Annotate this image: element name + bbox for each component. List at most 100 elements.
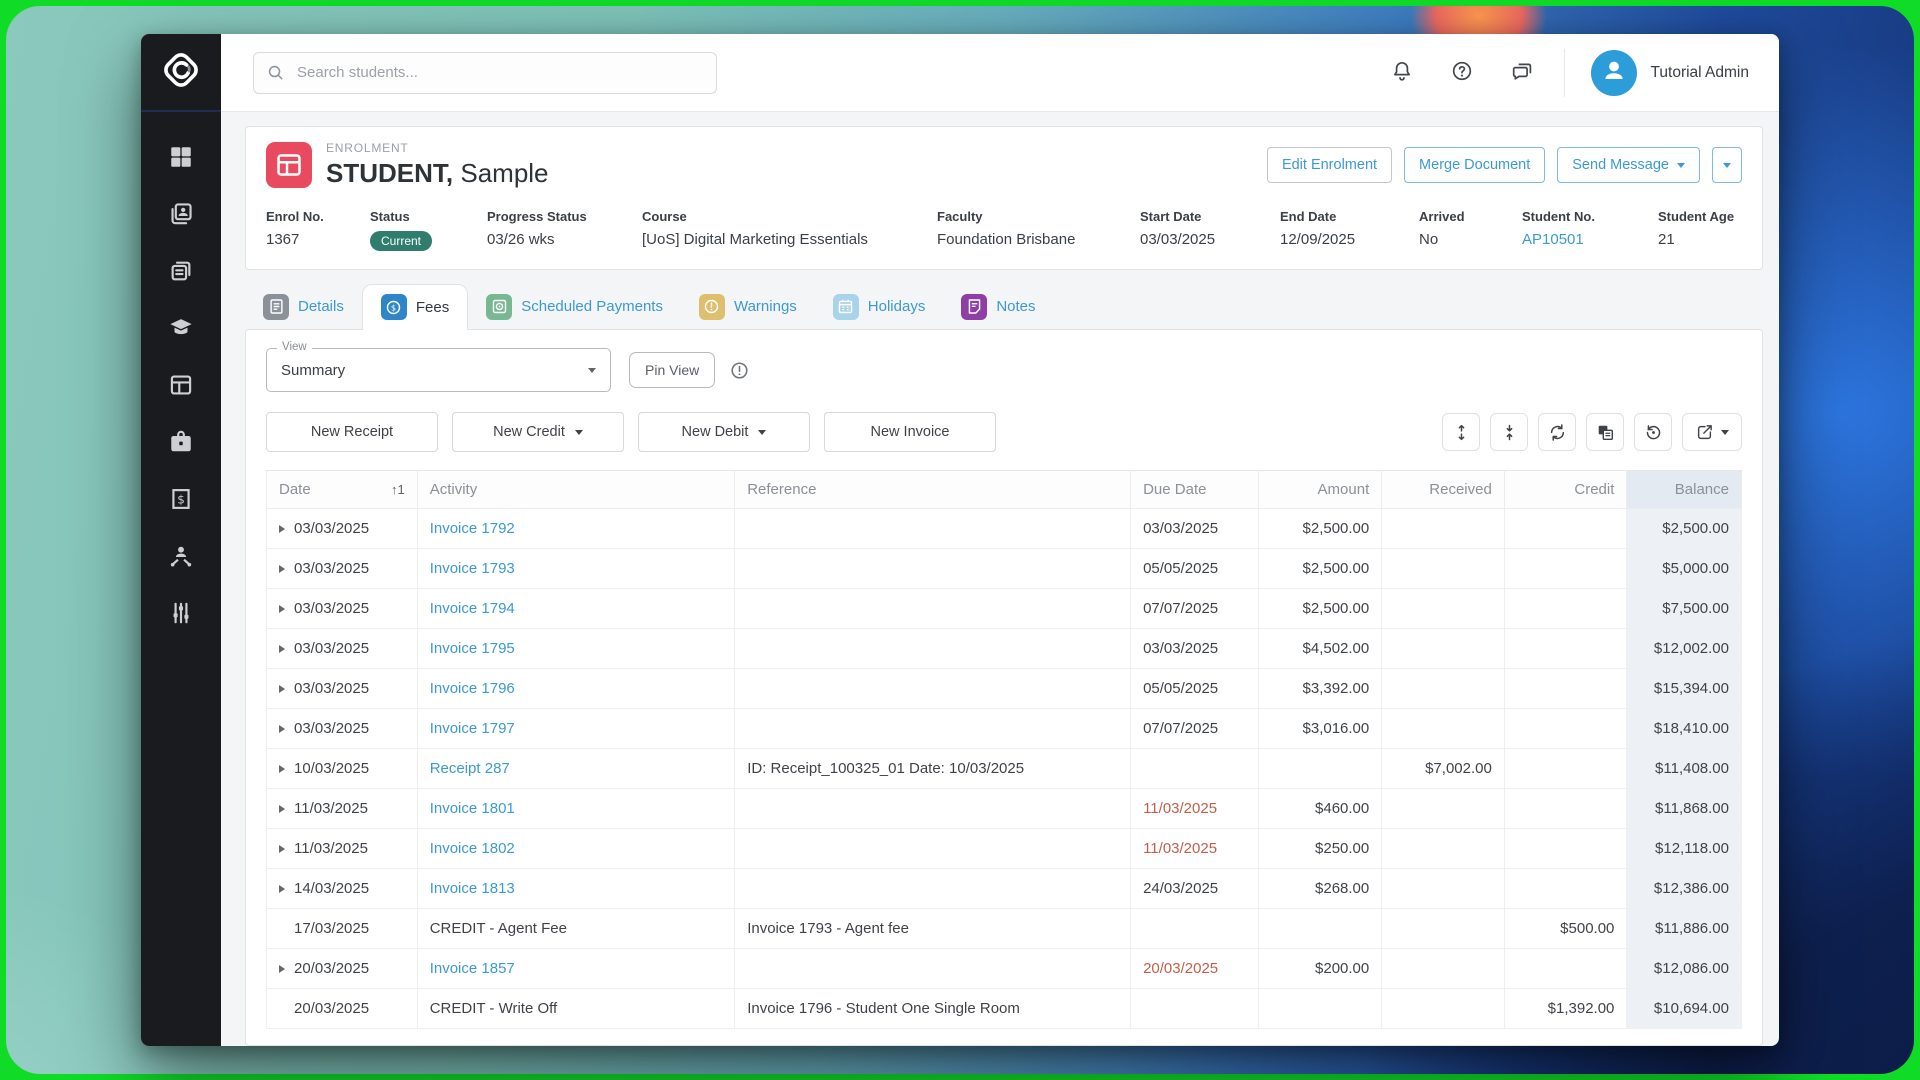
cell-activity[interactable]: Invoice 1797 — [430, 720, 515, 737]
duplicate-button[interactable] — [1586, 413, 1624, 451]
tab-holidays[interactable]: Holidays — [815, 284, 944, 330]
cell-reference: Invoice 1793 - Agent fee — [734, 908, 1132, 949]
search-box[interactable] — [253, 51, 717, 94]
column-header-activity[interactable]: Activity — [416, 470, 736, 509]
enrolment-header-card: ENROLMENT STUDENT, Sample Edit Enrolment… — [245, 126, 1763, 270]
main-area: Tutorial Admin ENROLMENT — [221, 34, 1779, 1046]
collapse-rows-icon — [1500, 423, 1519, 442]
cell-activity[interactable]: Invoice 1796 — [430, 680, 515, 697]
user-avatar[interactable] — [1590, 49, 1637, 96]
cell-activity[interactable]: Invoice 1857 — [430, 960, 515, 977]
column-header-credit[interactable]: Credit — [1503, 470, 1628, 509]
table-row: 03/03/2025 Invoice 1795 03/03/2025 $4,502.0… — [266, 628, 1742, 669]
sidebar-item-enrolments[interactable] — [141, 356, 221, 413]
new-receipt-label: New Receipt — [310, 424, 394, 440]
view-select[interactable]: View Summary — [266, 341, 611, 392]
table-row: 10/03/2025 Receipt 287 ID: Receipt_100325_… — [266, 748, 1742, 789]
cell-activity[interactable]: Invoice 1793 — [430, 560, 515, 577]
column-header-balance[interactable]: Balance — [1626, 470, 1742, 509]
row-expander-icon[interactable] — [279, 804, 285, 813]
row-expander-icon[interactable] — [279, 644, 285, 653]
row-expander-icon[interactable] — [279, 884, 285, 893]
send-message-button[interactable]: Send Message — [1557, 147, 1700, 183]
refresh-button[interactable] — [1538, 413, 1576, 451]
new-invoice-button[interactable]: New Invoice — [824, 412, 996, 452]
row-expander-icon[interactable] — [279, 964, 285, 973]
history-button[interactable] — [1634, 413, 1672, 451]
cell-due-date — [1130, 988, 1259, 1029]
cell-credit — [1503, 628, 1628, 669]
sidebar-item-services[interactable] — [141, 413, 221, 470]
info-icon[interactable] — [729, 360, 750, 381]
help-button[interactable] — [1450, 59, 1474, 86]
tab-warnings[interactable]: Warnings — [681, 284, 815, 330]
cell-amount: $460.00 — [1257, 788, 1383, 829]
row-expander-icon[interactable] — [279, 844, 285, 853]
sidebar-item-settings[interactable] — [141, 584, 221, 641]
field-label: Enrol No. — [266, 209, 324, 224]
pin-view-button[interactable]: Pin View — [629, 352, 716, 388]
notes-icon — [961, 293, 988, 320]
cell-activity[interactable]: Invoice 1801 — [430, 800, 515, 817]
field-label: Student Age — [1658, 209, 1735, 224]
sidebar-item-finance[interactable]: $ — [141, 470, 221, 527]
sidebar-item-students[interactable] — [141, 185, 221, 242]
table-row: 14/03/2025 Invoice 1813 24/03/2025 $268.00 $… — [266, 868, 1742, 909]
cell-activity[interactable]: Invoice 1794 — [430, 600, 515, 617]
sidebar-item-dashboard[interactable] — [141, 128, 221, 185]
row-expander-icon[interactable] — [279, 604, 285, 613]
messages-button[interactable] — [1510, 59, 1534, 86]
export-button[interactable] — [1682, 413, 1742, 451]
row-expander-icon[interactable] — [279, 764, 285, 773]
tab-details[interactable]: Details — [245, 284, 362, 330]
field-value[interactable]: AP10501 — [1522, 231, 1648, 248]
cell-due-date — [1130, 748, 1259, 789]
tab-fees[interactable]: $ Fees — [361, 284, 469, 330]
tab-notes[interactable]: Notes — [943, 284, 1053, 330]
holidays-icon — [832, 293, 859, 320]
row-expander-icon[interactable] — [279, 564, 285, 573]
row-expander-icon[interactable] — [279, 724, 285, 733]
sidebar-item-agents[interactable] — [141, 527, 221, 584]
new-credit-button[interactable]: New Credit — [452, 412, 624, 452]
cell-activity[interactable]: Invoice 1813 — [430, 880, 515, 897]
tab-scheduled-payments[interactable]: Scheduled Payments — [468, 284, 681, 330]
search-input[interactable] — [295, 63, 704, 82]
cell-date: 03/03/2025 — [294, 680, 370, 697]
cell-activity[interactable]: Invoice 1792 — [430, 520, 515, 537]
new-debit-label: New Debit — [681, 424, 749, 440]
cell-reference — [734, 948, 1132, 989]
cell-activity[interactable]: Invoice 1795 — [430, 640, 515, 657]
cell-balance: $18,410.00 — [1626, 708, 1742, 749]
column-header-reference[interactable]: Reference — [734, 470, 1132, 509]
column-header-amount[interactable]: Amount — [1257, 470, 1383, 509]
field-enrol-no: Enrol No. 1367 — [266, 209, 370, 251]
more-actions-button[interactable] — [1712, 147, 1742, 183]
sidebar: $ — [141, 34, 221, 1046]
merge-document-button[interactable]: Merge Document — [1404, 147, 1546, 183]
table-body: 03/03/2025 Invoice 1792 03/03/2025 $2,500.0… — [266, 508, 1742, 1029]
column-header-date[interactable]: Date ↑1 — [266, 470, 418, 509]
field-status: Status Current — [370, 209, 487, 251]
column-header-due-date[interactable]: Due Date — [1130, 470, 1259, 509]
new-receipt-button[interactable]: New Receipt — [266, 412, 438, 452]
row-expander-icon[interactable] — [279, 524, 285, 533]
sidebar-item-courses[interactable] — [141, 299, 221, 356]
edit-enrolment-button[interactable]: Edit Enrolment — [1266, 147, 1393, 183]
field-label: Faculty — [937, 209, 983, 224]
expand-rows-button[interactable] — [1442, 413, 1480, 451]
field-faculty: Faculty Foundation Brisbane — [937, 209, 1140, 251]
cell-activity[interactable]: Invoice 1802 — [430, 840, 515, 857]
history-icon — [1644, 423, 1663, 442]
cell-activity[interactable]: Receipt 287 — [430, 760, 510, 777]
notifications-button[interactable] — [1390, 59, 1414, 86]
enrolment-title-row: ENROLMENT STUDENT, Sample Edit Enrolment… — [266, 141, 1742, 189]
new-debit-button[interactable]: New Debit — [638, 412, 810, 452]
cell-date: 03/03/2025 — [294, 600, 370, 617]
sidebar-item-documents[interactable] — [141, 242, 221, 299]
user-name[interactable]: Tutorial Admin — [1651, 64, 1750, 82]
cell-balance: $10,694.00 — [1626, 988, 1742, 1029]
column-header-received[interactable]: Received — [1381, 470, 1505, 509]
collapse-rows-button[interactable] — [1490, 413, 1528, 451]
row-expander-icon[interactable] — [279, 684, 285, 693]
